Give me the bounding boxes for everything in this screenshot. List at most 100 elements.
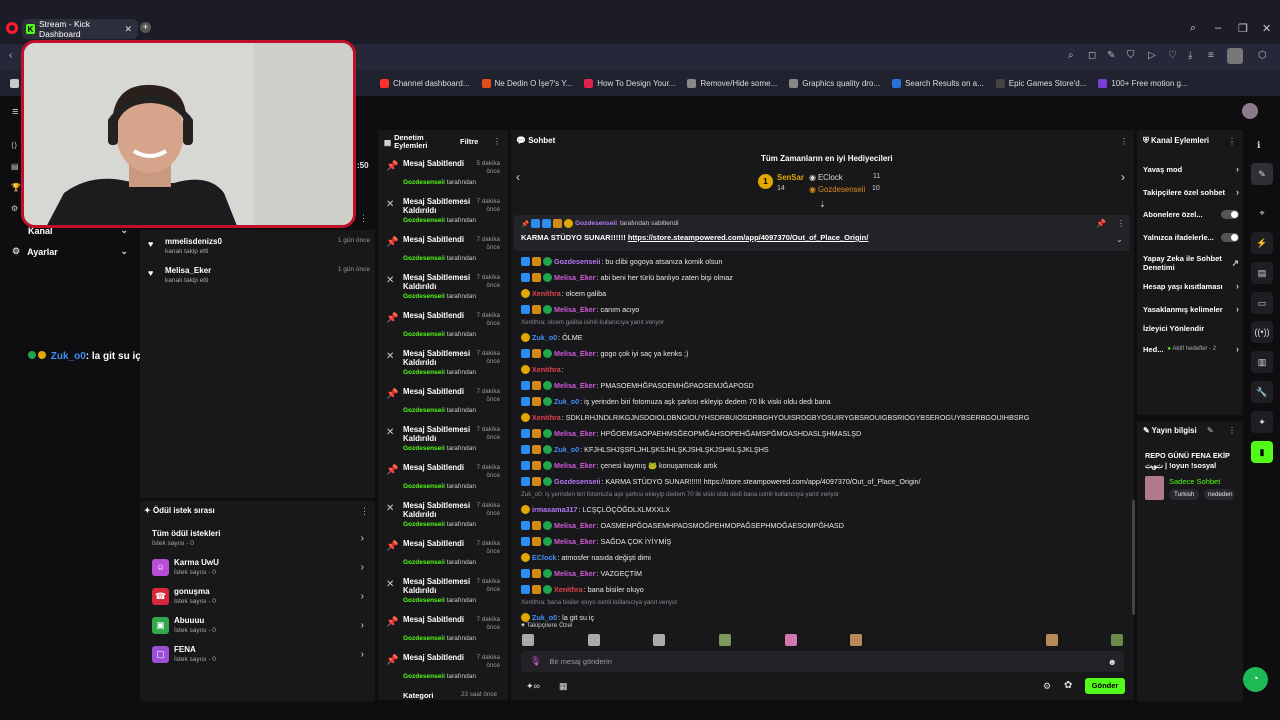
chat-username[interactable]: Xenithra: [532, 365, 561, 374]
chat-message[interactable]: Melisa_Eker: HPĞOEMSAOPAEHMSĞEOPMĞAHSOPE…: [521, 429, 861, 438]
chat-scrollbar[interactable]: [1132, 500, 1135, 615]
chat-message[interactable]: EClock: atmosfer nasıda değişti dimi: [521, 553, 651, 562]
chat-username[interactable]: Melisa_Eker: [554, 273, 596, 282]
bookmark-item[interactable]: Epic Games Store'd...: [995, 78, 1086, 88]
nav-settings[interactable]: ⚙ Ayarlar ⌄: [12, 246, 128, 257]
chat-message[interactable]: Melisa_Eker: abi beni her türlü banlıyo …: [521, 273, 733, 282]
back-icon[interactable]: ‹: [9, 50, 12, 61]
chat-message[interactable]: Gozdesenseii: KARMA STÜDYO SUNAR!!!!!! h…: [521, 477, 921, 486]
channel-action-item[interactable]: Hesap yaşı kısıtlaması ›: [1143, 281, 1239, 291]
user-avatar[interactable]: [1242, 103, 1258, 119]
chat-message[interactable]: Melisa_Eker: OASMEHPĞOASEMHPAOSMOĞPEHMOP…: [521, 521, 844, 530]
channel-action-item[interactable]: Yavaş mod ›: [1143, 164, 1239, 174]
emoji-icon[interactable]: ☻: [1108, 657, 1117, 667]
bookmark-item[interactable]: Graphics quality dro...: [789, 78, 880, 88]
emote-icon[interactable]: [588, 634, 600, 646]
chevron-down-icon[interactable]: ⌄: [1116, 235, 1123, 244]
edit-icon[interactable]: ✎: [1207, 426, 1214, 435]
emote-icon[interactable]: [653, 634, 665, 646]
extension-icon[interactable]: ⬡: [1258, 50, 1267, 61]
filter-button[interactable]: Filtre: [460, 137, 478, 146]
channel-action-item[interactable]: Yalnızca ifadelerle...: [1143, 233, 1239, 242]
chat-username[interactable]: Melisa_Eker: [554, 461, 596, 470]
opera-logo-icon[interactable]: [6, 22, 18, 34]
chat-username[interactable]: EClock: [532, 553, 556, 562]
reward-item[interactable]: ☎ gonuşma İstek sayısı - 0 ›: [152, 587, 364, 605]
camera-icon[interactable]: ◻: [1088, 50, 1096, 61]
chat-username[interactable]: Melisa_Eker: [554, 381, 596, 390]
chat-message[interactable]: Zuk_o0: ÖLME: [521, 333, 583, 342]
chat-username[interactable]: Melisa_Eker: [554, 537, 596, 546]
chat-message[interactable]: Melisa_Eker: çenesi kaymış 🐸 konuşamıcak…: [521, 461, 717, 470]
toggle-switch[interactable]: [1221, 233, 1239, 242]
chat-message[interactable]: Melisa_Eker: canım acıyo: [521, 305, 639, 314]
hamburger-icon[interactable]: ≡: [12, 106, 18, 118]
microphone-icon[interactable]: 🎙: [530, 656, 541, 667]
stream-category[interactable]: Sadece Sohbet: [1169, 477, 1220, 486]
store-icon[interactable]: ▦: [559, 681, 568, 692]
bookmark-item[interactable]: Search Results on a...: [892, 78, 984, 88]
more-icon[interactable]: ⋮: [359, 213, 368, 224]
chat-username[interactable]: Xenithra: [532, 289, 561, 298]
heart-icon[interactable]: ♡: [1168, 50, 1177, 61]
wrench-icon[interactable]: 🔧: [1251, 381, 1273, 403]
chat-message[interactable]: Melisa_Eker: gogo çok iyi saç ya kenks ;…: [521, 349, 688, 358]
chat-message[interactable]: Xenithra:: [521, 365, 564, 374]
chevron-right-icon[interactable]: ›: [1121, 170, 1125, 184]
all-rewards-item[interactable]: Tüm ödül istekleri İstek sayısı - 0 ›: [152, 529, 364, 547]
pin-icon[interactable]: 📌: [1096, 219, 1106, 228]
bookmark-item[interactable]: Remove/Hide some...: [687, 78, 777, 88]
chat-message[interactable]: Xenithra: bana bisiler oluyo: [521, 585, 644, 594]
edit-icon[interactable]: ✎: [1107, 50, 1115, 61]
layout-icon[interactable]: ▥: [1251, 351, 1273, 373]
chat-username[interactable]: Xenithra: [532, 413, 561, 422]
emote-icon[interactable]: [719, 634, 731, 646]
emote-icon[interactable]: [1111, 634, 1123, 646]
reward-item[interactable]: ▣ Abuuuu İstek sayısı - 0 ›: [152, 616, 364, 634]
tab-close-icon[interactable]: ✕: [124, 24, 132, 35]
support-chat-icon[interactable]: ◔: [1243, 667, 1268, 692]
broadcast-icon[interactable]: ((•)): [1251, 321, 1273, 343]
browser-tab[interactable]: K Stream - Kick Dashboard ✕: [22, 19, 138, 39]
chat-message[interactable]: Melisa_Eker: VAZGEÇTİM: [521, 569, 642, 578]
chat-icon[interactable]: ▭: [1251, 292, 1273, 314]
gear-icon[interactable]: ⚙: [1043, 681, 1051, 692]
bookmark-item[interactable]: Channel dashboard...: [380, 78, 470, 88]
more-icon[interactable]: ⋮: [360, 506, 369, 517]
chat-username[interactable]: Zuk_o0: [554, 397, 579, 406]
chevron-left-icon[interactable]: ‹: [516, 170, 520, 184]
more-icon[interactable]: ⋮: [1228, 137, 1236, 146]
edit-icon[interactable]: ✎: [1251, 163, 1273, 185]
lens-icon[interactable]: ⌕: [1068, 50, 1074, 61]
chat-message[interactable]: Melisa_Eker: SAĞDA ÇOK İYİYMİŞ: [521, 537, 671, 546]
chat-username[interactable]: Zuk_o0: [554, 445, 579, 454]
chat-message[interactable]: Zuk_o0: la git su iç: [521, 613, 594, 622]
bolt-icon[interactable]: ⚡: [1251, 232, 1273, 254]
reward-item[interactable]: ☺ Karma UwU İstek sayısı - 0 ›: [152, 558, 364, 576]
chat-username[interactable]: Melisa_Eker: [554, 569, 596, 578]
gift-icon[interactable]: ✦∞: [526, 681, 540, 692]
bookmark-item[interactable]: How To Design Your...: [584, 78, 675, 88]
channel-action-item[interactable]: Hed... ● Aktif hedefler - 2 ›: [1143, 344, 1239, 354]
trophy-icon[interactable]: 🏆: [11, 183, 21, 192]
chat-message[interactable]: Zuk_o0: KFJHLSHJŞSFLJHLŞKSJHLŞKJSHLŞKJSH…: [521, 445, 769, 454]
chat-message[interactable]: Xenithra: SDKLRHJNDLRIKGJNSDOIOLDBNGIOUY…: [521, 413, 1029, 422]
play-icon[interactable]: ▷: [1148, 50, 1156, 61]
gift-icon[interactable]: ✦: [1251, 411, 1273, 433]
channel-action-item[interactable]: Abonelere özel...: [1143, 210, 1239, 219]
channel-action-item[interactable]: Yapay Zeka ile Sohbet Denetimi ↗: [1143, 254, 1239, 272]
chat-username[interactable]: Melisa_Eker: [554, 521, 596, 530]
more-icon[interactable]: ⋮: [1228, 426, 1236, 435]
chat-username[interactable]: Melisa_Eker: [554, 349, 596, 358]
chat-message[interactable]: Zuk_o0: iş yerinden biri fotomuza aşk şa…: [521, 397, 831, 406]
download-icon[interactable]: ⤓: [1188, 50, 1192, 61]
more-icon[interactable]: ⋮: [1117, 219, 1125, 228]
chat-username[interactable]: Melisa_Eker: [554, 305, 596, 314]
nav-icon[interactable]: ⟨⟩: [11, 141, 17, 150]
pinned-link[interactable]: https://store.steampowered.com/app/40973…: [628, 233, 869, 242]
chat-message[interactable]: Xenithra: olcem galiba: [521, 289, 606, 298]
channel-action-item[interactable]: Takipçilere özel sohbet ›: [1143, 187, 1239, 197]
chat-username[interactable]: Zuk_o0: [532, 333, 557, 342]
reward-item[interactable]: ▢ FENA İstek sayısı - 0 ›: [152, 645, 364, 663]
chat-username[interactable]: Zuk_o0: [532, 613, 557, 622]
